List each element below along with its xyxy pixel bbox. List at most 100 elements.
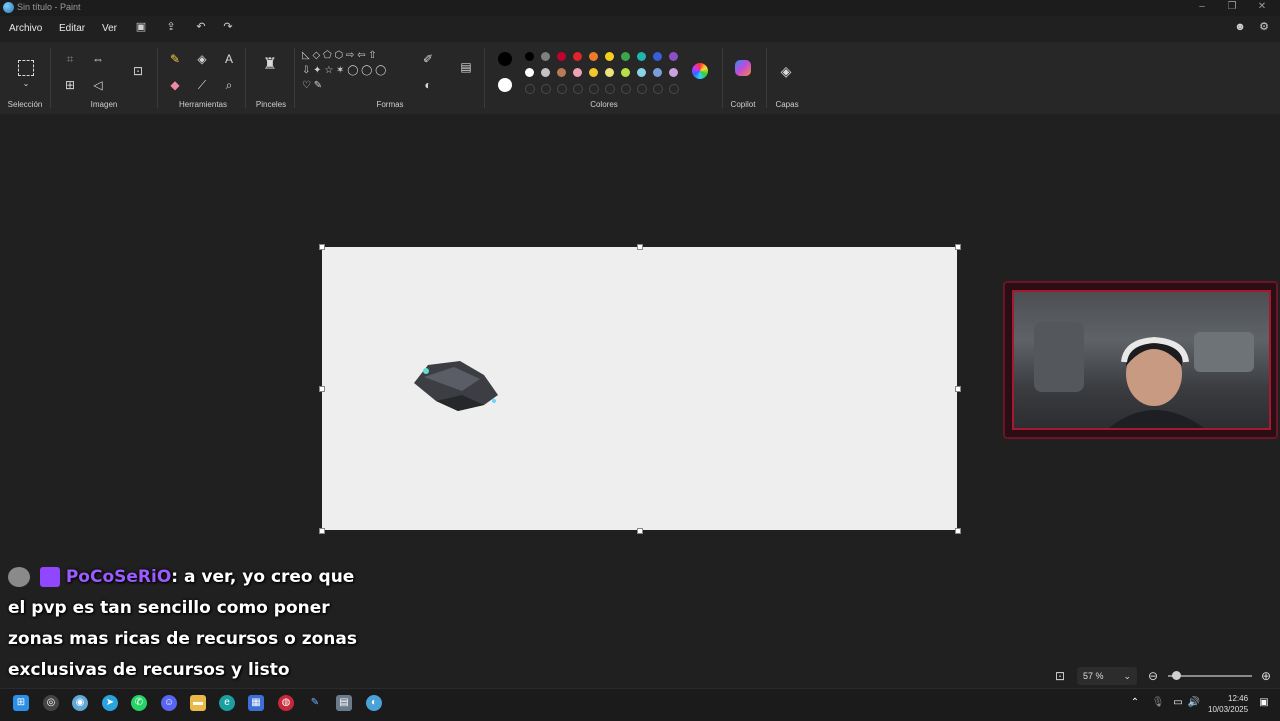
menu-ver[interactable]: Ver xyxy=(102,23,117,34)
profile-icon[interactable]: ☻ xyxy=(1234,21,1246,33)
chevron-up-icon[interactable]: ⌃ xyxy=(1127,695,1143,711)
layers-icon[interactable]: ◈ xyxy=(778,64,794,78)
rotate-icon[interactable]: ◁ xyxy=(90,78,106,92)
magnifier-icon[interactable]: ⌕ xyxy=(221,78,237,92)
canvas-resize-handle[interactable] xyxy=(955,386,961,392)
zoom-slider-thumb[interactable] xyxy=(1172,671,1181,680)
drawing-canvas[interactable] xyxy=(322,247,957,530)
color-swatch[interactable] xyxy=(573,68,582,77)
canvas-resize-handle[interactable] xyxy=(319,244,325,250)
minimize-icon[interactable]: – xyxy=(1186,0,1218,16)
eraser-icon[interactable]: ◆ xyxy=(167,78,183,92)
window-title: Sin título - Paint xyxy=(17,2,81,12)
outline-icon[interactable]: ✐ xyxy=(420,52,436,66)
notification-icon[interactable]: ▣ xyxy=(1256,695,1272,711)
canvas-resize-handle[interactable] xyxy=(637,528,643,534)
custom-color-slot[interactable] xyxy=(621,84,631,94)
custom-color-slot[interactable] xyxy=(557,84,567,94)
text-tool-icon[interactable]: A xyxy=(221,52,237,66)
color-swatch[interactable] xyxy=(557,52,566,61)
select-rect-icon[interactable] xyxy=(18,60,34,76)
background-remove-icon[interactable]: ⊞ xyxy=(62,78,78,92)
color-swatch[interactable] xyxy=(637,52,646,61)
calculator-icon[interactable]: ▤ xyxy=(336,695,352,711)
custom-color-slot[interactable] xyxy=(669,84,679,94)
color-picker-icon[interactable]: ⟋ xyxy=(194,78,210,92)
color-swatch[interactable] xyxy=(541,52,550,61)
edit-colors-icon[interactable] xyxy=(692,63,708,79)
store-icon[interactable]: ▦ xyxy=(248,695,264,711)
color-swatch[interactable] xyxy=(525,68,534,77)
copilot-icon[interactable] xyxy=(735,60,751,76)
share-icon[interactable]: ⇪ xyxy=(165,21,177,33)
undo-icon[interactable]: ↶ xyxy=(195,21,207,33)
color-swatch[interactable] xyxy=(621,52,630,61)
windows-start-icon[interactable]: ⊞ xyxy=(13,695,29,711)
maximize-icon[interactable]: ❐ xyxy=(1216,0,1248,16)
crop-icon[interactable]: ⌗ xyxy=(62,52,78,66)
custom-color-slot[interactable] xyxy=(573,84,583,94)
app-icon[interactable]: ◍ xyxy=(278,695,294,711)
menu-editar[interactable]: Editar xyxy=(59,23,85,34)
color-swatch[interactable] xyxy=(605,68,614,77)
pen-app-icon[interactable]: ✎ xyxy=(307,695,323,711)
file-explorer-icon[interactable]: ▬ xyxy=(190,695,206,711)
color-swatch[interactable] xyxy=(589,68,598,77)
color-swatch[interactable] xyxy=(653,68,662,77)
fill-bucket-icon[interactable]: ◈ xyxy=(194,52,210,66)
close-icon[interactable]: ✕ xyxy=(1246,0,1278,16)
color-swatch[interactable] xyxy=(621,68,630,77)
shape-gallery-icon[interactable]: ▤ xyxy=(458,60,474,74)
secondary-color-swatch[interactable] xyxy=(498,78,512,92)
primary-color-swatch[interactable] xyxy=(498,52,512,66)
volume-icon[interactable]: 🔊 xyxy=(1186,695,1202,711)
paint-taskbar-icon[interactable]: ◐ xyxy=(366,695,382,711)
color-swatch[interactable] xyxy=(557,68,566,77)
menu-archivo[interactable]: Archivo xyxy=(9,23,42,34)
zoom-dropdown[interactable]: 57 % ⌄ xyxy=(1077,667,1137,685)
image-select-icon[interactable]: ⊡ xyxy=(130,64,146,78)
color-swatch[interactable] xyxy=(525,52,534,61)
color-swatch[interactable] xyxy=(637,68,646,77)
canvas-resize-handle[interactable] xyxy=(319,386,325,392)
edge-icon[interactable]: e xyxy=(219,695,235,711)
app-icon[interactable]: ◎ xyxy=(43,695,59,711)
canvas-resize-handle[interactable] xyxy=(319,528,325,534)
shape-fill-icon[interactable]: ◐ xyxy=(420,78,436,92)
zoom-out-icon[interactable]: ⊖ xyxy=(1145,669,1161,683)
custom-color-slot[interactable] xyxy=(589,84,599,94)
shapes-gallery[interactable]: ◺ ◇ ⬠ ⬡ ⇨ ⇦ ⇧ ⇩ ✦ ☆ ✶ ◯ ◯ ◯ ♡ ✎ xyxy=(302,46,408,94)
save-icon[interactable]: ▣ xyxy=(135,21,147,33)
color-swatch[interactable] xyxy=(589,52,598,61)
color-swatch[interactable] xyxy=(605,52,614,61)
color-swatch[interactable] xyxy=(573,52,582,61)
canvas-resize-handle[interactable] xyxy=(955,528,961,534)
chevron-down-icon[interactable]: ⌄ xyxy=(18,77,34,91)
color-swatch[interactable] xyxy=(669,52,678,61)
redo-icon[interactable]: ↷ xyxy=(222,21,234,33)
color-swatch[interactable] xyxy=(541,68,550,77)
app-icon[interactable]: ◉ xyxy=(72,695,88,711)
custom-color-slot[interactable] xyxy=(525,84,535,94)
canvas-resize-handle[interactable] xyxy=(955,244,961,250)
telegram-icon[interactable]: ➤ xyxy=(102,695,118,711)
custom-color-slot[interactable] xyxy=(653,84,663,94)
fit-to-window-icon[interactable]: ⊡ xyxy=(1052,669,1068,683)
pencil-icon[interactable]: ✎ xyxy=(167,52,183,66)
color-swatch[interactable] xyxy=(653,52,662,61)
chat-avatar-icon xyxy=(8,567,30,587)
canvas-resize-handle[interactable] xyxy=(637,244,643,250)
brush-icon[interactable]: ♜ xyxy=(262,57,278,73)
zoom-in-icon[interactable]: ⊕ xyxy=(1258,669,1274,683)
discord-icon[interactable]: ☺ xyxy=(161,695,177,711)
settings-gear-icon[interactable]: ⚙ xyxy=(1258,21,1270,33)
whatsapp-icon[interactable]: ✆ xyxy=(131,695,147,711)
custom-color-slot[interactable] xyxy=(541,84,551,94)
custom-color-slot[interactable] xyxy=(605,84,615,94)
network-icon[interactable]: ▭ xyxy=(1170,695,1186,711)
microphone-icon[interactable]: 🎙 xyxy=(1150,695,1166,711)
custom-color-slot[interactable] xyxy=(637,84,647,94)
color-swatch[interactable] xyxy=(669,68,678,77)
resize-icon[interactable]: ⇔ xyxy=(90,52,106,66)
system-clock[interactable]: 12:46 10/03/2025 xyxy=(1208,693,1248,715)
